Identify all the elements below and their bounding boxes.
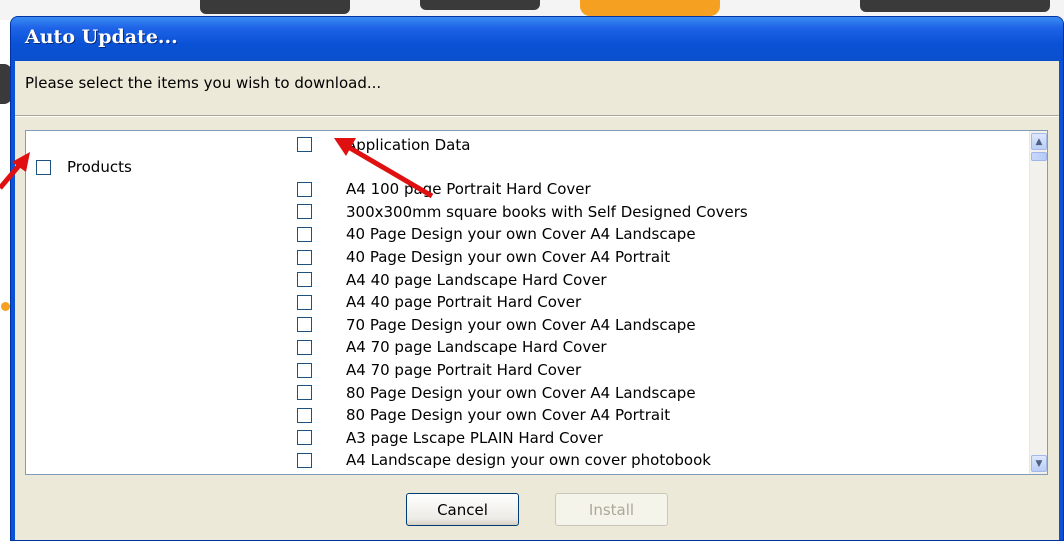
instruction-text: Please select the items you wish to down… bbox=[25, 74, 382, 92]
item-checkbox[interactable] bbox=[297, 272, 312, 288]
dialog-body: Please select the items you wish to down… bbox=[15, 61, 1059, 540]
list-item[interactable]: A4 100 page Portrait Hard Cover bbox=[297, 178, 1017, 201]
item-checkbox[interactable] bbox=[297, 339, 312, 355]
item-label: A4 100 page Portrait Hard Cover bbox=[346, 180, 591, 199]
list-item[interactable]: 80 Page Design your own Cover A4 Landsca… bbox=[297, 381, 1017, 404]
vertical-scrollbar[interactable]: ▲ ▼ bbox=[1029, 131, 1047, 474]
cancel-button[interactable]: Cancel bbox=[406, 493, 519, 526]
background-logo-orange bbox=[580, 0, 720, 16]
item-label: A4 70 page Landscape Hard Cover bbox=[346, 338, 607, 357]
item-label: A4 40 page Portrait Hard Cover bbox=[346, 293, 582, 312]
item-label: A4 70 page Portrait Hard Cover bbox=[346, 361, 582, 380]
list-item[interactable]: Application Data bbox=[297, 134, 1017, 178]
list-item[interactable]: A4 40 page Landscape Hard Cover bbox=[297, 268, 1017, 291]
list-item[interactable]: 40 Page Design your own Cover A4 Portrai… bbox=[297, 246, 1017, 269]
list-item[interactable]: 80 Page Design your own Cover A4 Portrai… bbox=[297, 404, 1017, 427]
window-title: Auto Update... bbox=[25, 26, 178, 48]
list-item[interactable]: 40 Page Design your own Cover A4 Landsca… bbox=[297, 223, 1017, 246]
item-label: 300x300mm square books with Self Designe… bbox=[346, 202, 748, 221]
item-label: A4 Landscape design your own cover photo… bbox=[346, 451, 711, 470]
item-label: A3 page Lscape PLAIN Hard Cover bbox=[346, 428, 603, 447]
item-label: 80 Page Design your own Cover A4 Portrai… bbox=[346, 406, 671, 425]
item-list: Application Data A4 100 page Portrait Har… bbox=[297, 134, 1017, 474]
item-label: 70 Page Design your own Cover A4 Landsca… bbox=[346, 315, 696, 334]
download-list: Products Application Data A4 100 page Por… bbox=[25, 130, 1048, 475]
item-checkbox[interactable] bbox=[297, 430, 312, 446]
item-checkbox[interactable] bbox=[297, 317, 312, 333]
divider bbox=[15, 115, 1059, 117]
item-checkbox[interactable] bbox=[297, 226, 312, 242]
install-button: Install bbox=[555, 493, 668, 526]
auto-update-dialog: Auto Update... Please select the items y… bbox=[10, 16, 1064, 541]
list-item[interactable]: A3 page Lscape PLAIN Hard Cover bbox=[297, 427, 1017, 450]
list-item[interactable]: A4 Landscape design your own cover photo… bbox=[297, 449, 1017, 472]
item-checkbox[interactable] bbox=[297, 362, 312, 378]
background-logo-dark bbox=[420, 0, 540, 10]
item-checkbox[interactable] bbox=[297, 452, 312, 468]
item-checkbox[interactable] bbox=[297, 249, 312, 265]
item-checkbox[interactable] bbox=[297, 407, 312, 423]
background-logo-dark bbox=[860, 0, 1050, 12]
background-logo-dark bbox=[200, 0, 350, 14]
item-label: 40 Page Design your own Cover A4 Portrai… bbox=[346, 248, 671, 267]
title-bar[interactable]: Auto Update... bbox=[11, 17, 1063, 61]
chevron-down-icon[interactable]: ▼ bbox=[1031, 455, 1047, 472]
list-item[interactable]: A4 70 page Portrait Hard Cover bbox=[297, 359, 1017, 382]
list-item[interactable]: 70 Page Design your own Cover A4 Landsca… bbox=[297, 314, 1017, 337]
item-checkbox[interactable] bbox=[297, 137, 312, 152]
chevron-up-icon[interactable]: ▲ bbox=[1031, 133, 1047, 150]
scrollbar-thumb[interactable] bbox=[1031, 152, 1047, 161]
item-label: Application Data bbox=[346, 136, 471, 154]
item-label: 40 Page Design your own Cover A4 Landsca… bbox=[346, 225, 696, 244]
category-products[interactable]: Products bbox=[36, 158, 132, 176]
category-label: Products bbox=[67, 158, 132, 176]
item-checkbox[interactable] bbox=[297, 294, 312, 310]
item-label: A4 40 page Landscape Hard Cover bbox=[346, 270, 607, 289]
item-checkbox[interactable] bbox=[297, 385, 312, 401]
list-item[interactable]: A4 70 page Landscape Hard Cover bbox=[297, 336, 1017, 359]
list-item[interactable]: 300x300mm square books with Self Designe… bbox=[297, 201, 1017, 224]
list-item[interactable]: A4 40 page Portrait Hard Cover bbox=[297, 291, 1017, 314]
item-label: 80 Page Design your own Cover A4 Landsca… bbox=[346, 383, 696, 402]
item-checkbox[interactable] bbox=[297, 181, 312, 197]
item-checkbox[interactable] bbox=[297, 204, 312, 220]
background-orange-dot bbox=[1, 302, 10, 311]
products-checkbox[interactable] bbox=[36, 159, 51, 175]
